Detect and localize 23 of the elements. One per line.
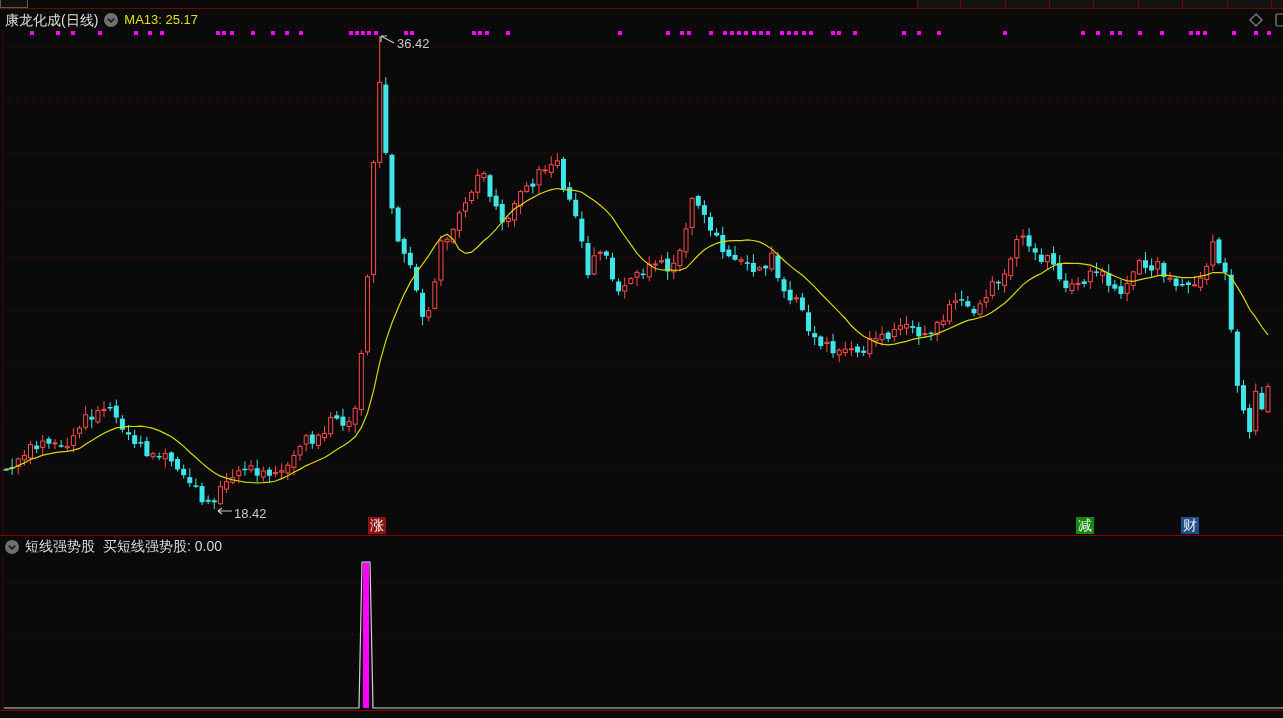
toolbar-button[interactable] [960,0,1005,8]
leader-arrow [380,35,395,44]
toolbar-button[interactable] [1093,0,1138,8]
chevron-down-icon[interactable] [104,12,119,27]
price-label: 36.42 [397,36,430,51]
event-marker[interactable]: 财 [1181,517,1199,534]
diamond-icon[interactable] [1249,12,1263,27]
toolbar-button[interactable] [1005,0,1049,8]
price-label: 18.42 [234,506,267,521]
indicator-name: 短线强势股 [25,537,95,556]
toolbar-button[interactable] [1182,0,1227,8]
toolbar-button[interactable] [1271,0,1283,8]
toolbar-button[interactable] [917,0,960,8]
toolbar-button[interactable] [0,0,28,8]
stock-title: 康龙化成(日线) [5,10,99,29]
moving-average-value: MA13: 25.17 [124,12,199,27]
indicator-reading: 买短线强势股: 0.00 [103,537,223,556]
chevron-down-icon[interactable] [5,539,19,554]
event-marker[interactable]: 减 [1076,517,1094,534]
toolbar-button[interactable] [1049,0,1093,8]
toolbar-button[interactable] [1138,0,1182,8]
event-marker[interactable]: 涨 [368,517,386,534]
leader-arrow [217,507,233,515]
